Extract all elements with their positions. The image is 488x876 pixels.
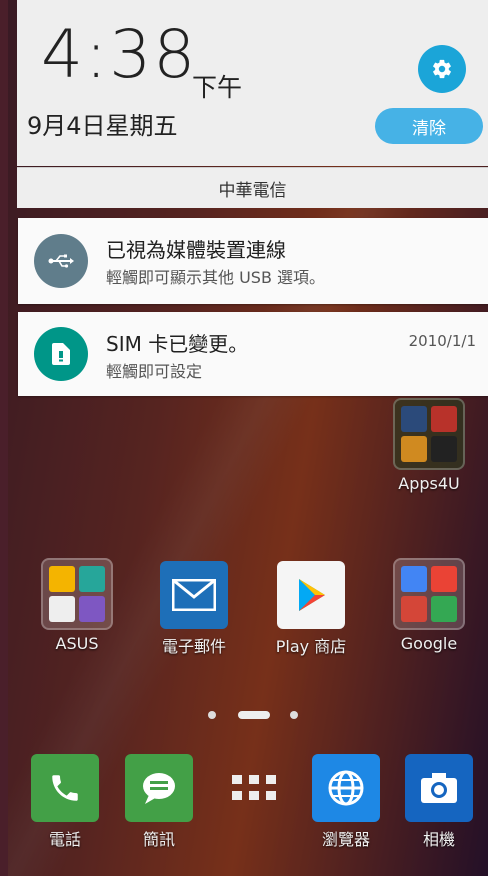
asus-folder[interactable]: ASUS [32, 558, 122, 653]
page-dot [290, 711, 298, 719]
camera-app[interactable]: 相機 [394, 754, 484, 850]
gear-icon [433, 59, 451, 79]
app-label: 電話 [48, 830, 81, 849]
apps4u-folder[interactable]: Apps4U [384, 398, 474, 493]
play-store-app[interactable]: Play 商店 [266, 561, 356, 657]
message-icon [125, 754, 193, 822]
email-icon [160, 561, 228, 629]
notification-shade-header: 4:38 下午 9月4日星期五 清除 [17, 0, 488, 166]
notification-icon-circle [34, 327, 88, 381]
app-label: Play 商店 [275, 637, 347, 656]
date: 9月4日星期五 [27, 112, 178, 140]
clock-ampm: 下午 [192, 73, 243, 102]
google-folder[interactable]: Google [384, 558, 474, 653]
app-label: 瀏覽器 [321, 830, 370, 849]
page-indicator [0, 708, 488, 722]
apps4u-folder-icon [393, 398, 465, 470]
usb-icon [48, 254, 74, 268]
email-app[interactable]: 電子郵件 [149, 561, 239, 657]
asus-folder-icon [41, 558, 113, 630]
home-page-indicator [238, 711, 270, 719]
phone-icon [31, 754, 99, 822]
browser-app[interactable]: 瀏覽器 [301, 754, 391, 850]
app-label: 簡訊 [142, 830, 175, 849]
clear-all-button[interactable]: 清除 [375, 108, 483, 144]
notification-title: 已視為媒體裝置連線 [106, 238, 286, 262]
notification-text: 輕觸即可設定 [106, 362, 203, 381]
app-drawer-icon[interactable] [232, 775, 276, 801]
phone-app[interactable]: 電話 [20, 754, 110, 850]
app-label: 電子郵件 [161, 637, 226, 656]
app-label: 相機 [422, 830, 455, 849]
screen-edge [0, 0, 8, 876]
camera-icon [405, 754, 473, 822]
clock: 4:38 [41, 16, 198, 93]
messages-app[interactable]: 簡訊 [114, 754, 204, 850]
notification-title: SIM 卡已變更。 [106, 332, 249, 356]
usb-notification[interactable]: 已視為媒體裝置連線 輕觸即可顯示其他 USB 選項。 [18, 218, 488, 304]
settings-button[interactable] [418, 45, 466, 93]
sim-notification[interactable]: SIM 卡已變更。 2010/1/1 輕觸即可設定 [18, 312, 488, 396]
apps4u-label: Apps4U [398, 474, 460, 493]
globe-icon [312, 754, 380, 822]
sim-card-icon [52, 343, 70, 365]
app-label: ASUS [55, 634, 99, 653]
carrier-name: 中華電信 [17, 167, 488, 208]
play-store-icon [277, 561, 345, 629]
app-label: Google [400, 634, 458, 653]
notification-icon-circle [34, 234, 88, 288]
notification-time: 2010/1/1 [408, 332, 476, 350]
page-dot [208, 711, 216, 719]
notification-text: 輕觸即可顯示其他 USB 選項。 [106, 268, 326, 287]
google-folder-icon [393, 558, 465, 630]
